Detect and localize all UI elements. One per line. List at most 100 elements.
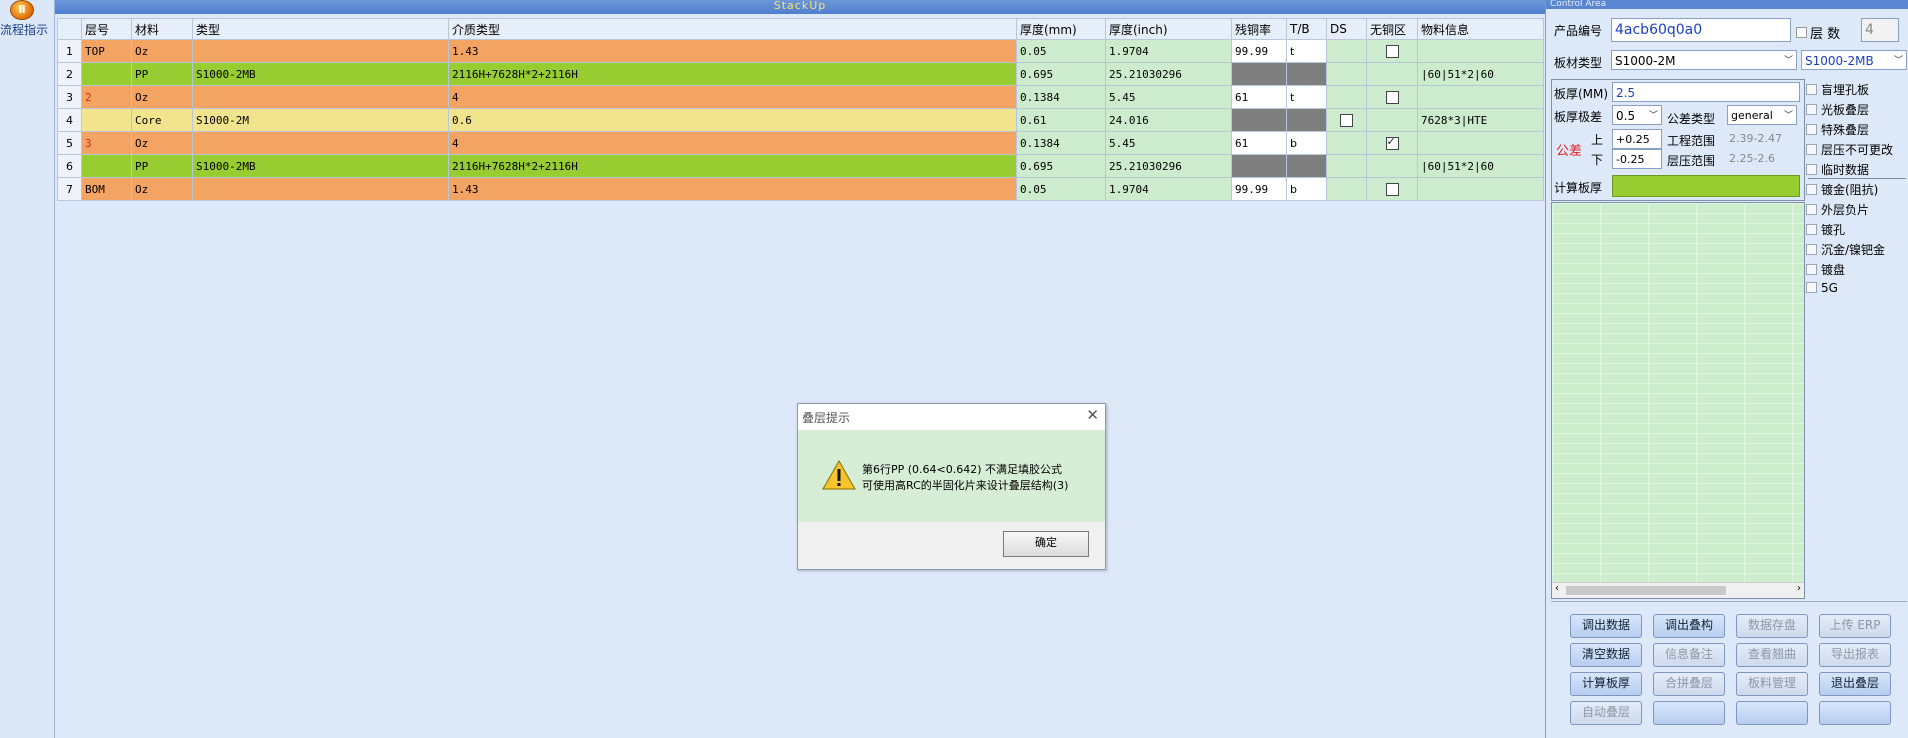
option-item[interactable]: 镀盘 xyxy=(1806,261,1845,278)
cell-ds[interactable] xyxy=(1326,108,1367,132)
cell-layer[interactable]: 3 xyxy=(81,131,132,155)
option-checkbox[interactable] xyxy=(1806,264,1817,275)
cell-ds[interactable] xyxy=(1326,154,1367,178)
cell-nocu[interactable] xyxy=(1366,154,1418,178)
horizontal-scrollbar[interactable]: ‹ › xyxy=(1552,582,1804,598)
column-header[interactable]: 厚度(inch) xyxy=(1105,18,1232,40)
cell-type[interactable] xyxy=(192,85,449,109)
option-item[interactable]: 临时数据 xyxy=(1806,161,1869,178)
cell-dielectric[interactable]: 2116H+7628H*2+2116H xyxy=(448,62,1017,86)
control-button[interactable]: 计算板厚 xyxy=(1570,672,1642,696)
cell-nocu[interactable] xyxy=(1366,85,1418,109)
scroll-right-icon[interactable]: › xyxy=(1797,583,1801,594)
cell-material[interactable]: PP xyxy=(131,62,193,86)
cell-info[interactable] xyxy=(1417,85,1544,109)
control-button[interactable]: 上传 ERP xyxy=(1819,614,1891,638)
option-checkbox[interactable] xyxy=(1806,204,1817,215)
cell-inch[interactable]: 1.9704 xyxy=(1105,39,1232,63)
board-type-select-2[interactable]: S1000-2MB ﹀ xyxy=(1801,50,1907,70)
option-item[interactable]: 层压不可更改 xyxy=(1806,141,1893,158)
option-checkbox[interactable] xyxy=(1806,164,1817,175)
row-number[interactable]: 4 xyxy=(57,108,82,132)
table-row[interactable]: 5 3 Oz 4 0.1384 5.45 61 b xyxy=(57,131,1544,155)
option-item[interactable]: 5G xyxy=(1806,281,1838,295)
tolerance-type-select[interactable]: general ﹀ xyxy=(1727,105,1797,125)
cell-copper[interactable] xyxy=(1231,62,1287,86)
cell-info[interactable]: |60|51*2|60 xyxy=(1417,154,1544,178)
cell-material[interactable]: Oz xyxy=(131,85,193,109)
cell-dielectric[interactable]: 1.43 xyxy=(448,177,1017,201)
cell-info[interactable] xyxy=(1417,177,1544,201)
cell-mm[interactable]: 0.695 xyxy=(1016,154,1106,178)
cell-tb[interactable] xyxy=(1286,154,1327,178)
column-header[interactable]: 材料 xyxy=(131,18,193,40)
table-row[interactable]: 7 BOM Oz 1.43 0.05 1.9704 99.99 b xyxy=(57,177,1544,201)
cell-mm[interactable]: 0.05 xyxy=(1016,39,1106,63)
no-copper-checkbox[interactable] xyxy=(1385,182,1399,196)
control-button[interactable]: 板料管理 xyxy=(1736,672,1808,696)
cell-mm[interactable]: 0.1384 xyxy=(1016,131,1106,155)
cell-tb[interactable] xyxy=(1286,108,1327,132)
cell-tb[interactable] xyxy=(1286,62,1327,86)
cell-type[interactable]: S1000-2MB xyxy=(192,154,449,178)
option-item[interactable]: 镀孔 xyxy=(1806,221,1845,238)
layer-count-checkbox[interactable] xyxy=(1796,27,1807,38)
cell-inch[interactable]: 1.9704 xyxy=(1105,177,1232,201)
column-header[interactable]: DS xyxy=(1326,18,1367,40)
cell-mm[interactable]: 0.61 xyxy=(1016,108,1106,132)
option-checkbox[interactable] xyxy=(1806,282,1817,293)
process-guide-button[interactable]: Ⅱ 流程指示 xyxy=(0,0,52,44)
scroll-left-icon[interactable]: ‹ xyxy=(1555,583,1559,594)
column-header[interactable]: 介质类型 xyxy=(448,18,1017,40)
thickness-field[interactable]: 2.5 xyxy=(1612,82,1800,102)
cell-mm[interactable]: 0.1384 xyxy=(1016,85,1106,109)
option-checkbox[interactable] xyxy=(1806,124,1817,135)
control-button[interactable] xyxy=(1736,701,1808,725)
cell-layer[interactable]: 2 xyxy=(81,85,132,109)
column-header[interactable]: 层号 xyxy=(81,18,132,40)
cell-material[interactable]: Oz xyxy=(131,39,193,63)
option-checkbox[interactable] xyxy=(1806,144,1817,155)
select-all-corner[interactable] xyxy=(57,18,82,40)
cell-copper[interactable] xyxy=(1231,154,1287,178)
cell-dielectric[interactable]: 4 xyxy=(448,131,1017,155)
table-row[interactable]: 1 TOP Oz 1.43 0.05 1.9704 99.99 t xyxy=(57,39,1544,63)
table-row[interactable]: 6 PP S1000-2MB 2116H+7628H*2+2116H 0.695 25.2… xyxy=(57,154,1544,178)
control-button[interactable]: 调出数据 xyxy=(1570,614,1642,638)
cell-ds[interactable] xyxy=(1326,131,1367,155)
cell-inch[interactable]: 5.45 xyxy=(1105,131,1232,155)
column-header[interactable]: 厚度(mm) xyxy=(1016,18,1106,40)
cell-material[interactable]: Oz xyxy=(131,131,193,155)
cell-mm[interactable]: 0.695 xyxy=(1016,62,1106,86)
column-header[interactable]: 类型 xyxy=(192,18,449,40)
row-number[interactable]: 1 xyxy=(57,39,82,63)
table-row[interactable]: 4 Core S1000-2M 0.6 0.61 24.016 7628*3|HTE xyxy=(57,108,1544,132)
cell-nocu[interactable] xyxy=(1366,108,1418,132)
cell-layer[interactable]: TOP xyxy=(81,39,132,63)
cell-layer[interactable] xyxy=(81,108,132,132)
row-number[interactable]: 6 xyxy=(57,154,82,178)
control-button[interactable]: 查看翘曲 xyxy=(1736,643,1808,667)
row-number[interactable]: 5 xyxy=(57,131,82,155)
cell-nocu[interactable] xyxy=(1366,62,1418,86)
cell-type[interactable] xyxy=(192,131,449,155)
tolerance-select[interactable]: 0.5 ﹀ xyxy=(1612,105,1662,125)
row-number[interactable]: 2 xyxy=(57,62,82,86)
cell-layer[interactable]: BOM xyxy=(81,177,132,201)
cell-type[interactable]: S1000-2M xyxy=(192,108,449,132)
option-item[interactable]: 盲埋孔板 xyxy=(1806,81,1869,98)
option-item[interactable]: 镀金(阻抗) xyxy=(1806,181,1878,198)
cell-layer[interactable] xyxy=(81,62,132,86)
data-grid-area[interactable]: ‹ › xyxy=(1551,202,1805,599)
control-button[interactable]: 导出报表 xyxy=(1819,643,1891,667)
board-type-select[interactable]: S1000-2M ﹀ xyxy=(1611,50,1797,70)
control-button[interactable]: 合拼叠层 xyxy=(1653,672,1725,696)
cell-info[interactable] xyxy=(1417,39,1544,63)
control-button[interactable]: 清空数据 xyxy=(1570,643,1642,667)
row-number[interactable]: 7 xyxy=(57,177,82,201)
cell-inch[interactable]: 5.45 xyxy=(1105,85,1232,109)
cell-ds[interactable] xyxy=(1326,39,1367,63)
option-checkbox[interactable] xyxy=(1806,104,1817,115)
control-button[interactable]: 数据存盘 xyxy=(1736,614,1808,638)
cell-dielectric[interactable]: 0.6 xyxy=(448,108,1017,132)
